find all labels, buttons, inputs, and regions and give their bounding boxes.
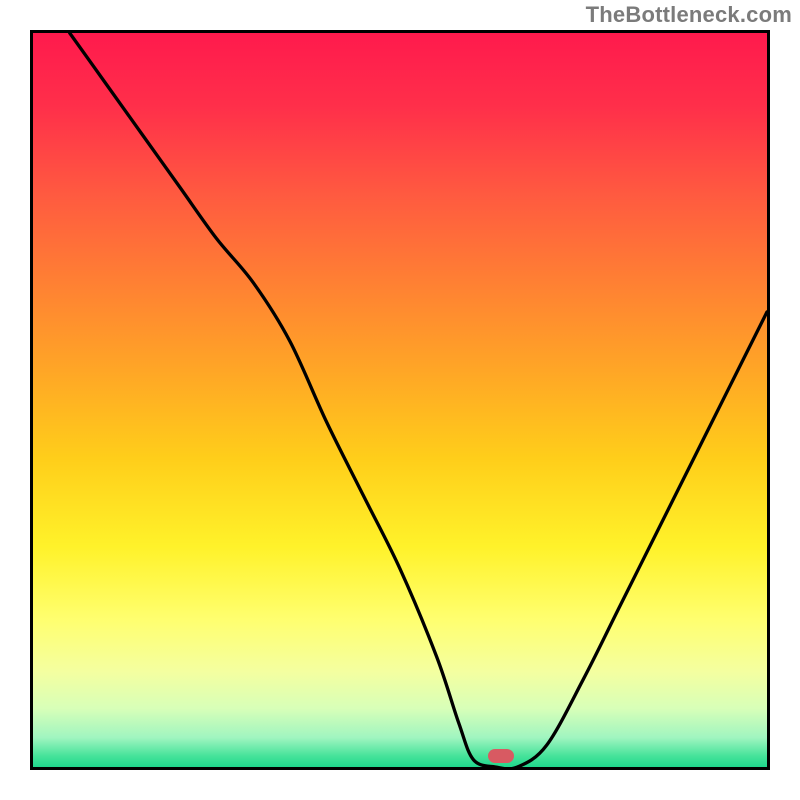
plot-area <box>30 30 770 770</box>
minimum-marker <box>488 749 514 763</box>
chart-frame: TheBottleneck.com <box>0 0 800 800</box>
watermark-text: TheBottleneck.com <box>586 2 792 28</box>
bottleneck-curve <box>33 33 767 767</box>
